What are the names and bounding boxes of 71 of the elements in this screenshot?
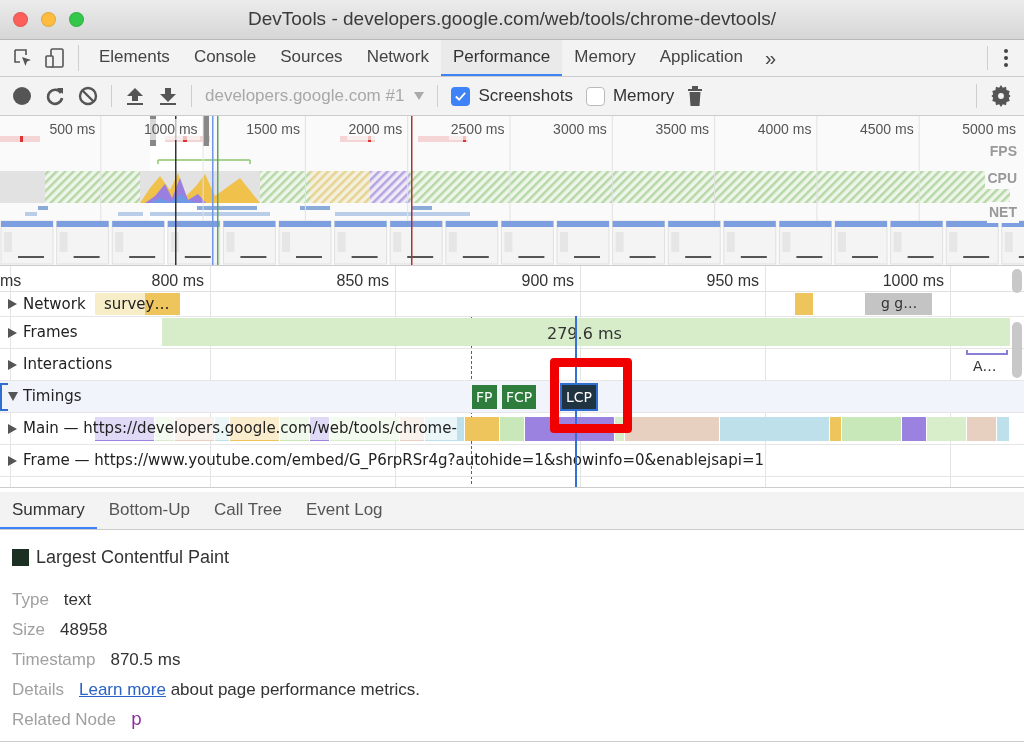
collapsed-arrow-icon[interactable] [8, 455, 18, 466]
node-link[interactable]: p [130, 706, 142, 733]
clear-icon[interactable] [78, 86, 98, 106]
panel-tab[interactable]: Elements [87, 40, 182, 76]
selection-bracket [0, 383, 8, 411]
field-label: Type [12, 588, 49, 611]
panel-tab[interactable]: Network [354, 40, 441, 76]
settings-icon[interactable] [990, 85, 1012, 107]
device-toolbar-icon[interactable] [44, 47, 66, 69]
tick-label: 1000 ms [882, 271, 944, 291]
field-label: Timestamp [12, 648, 96, 671]
checkmark-icon [454, 89, 468, 103]
tick-label: 850 ms [336, 271, 389, 291]
expanded-arrow-icon[interactable] [8, 391, 18, 402]
checkbox-label: Memory [612, 85, 675, 108]
track-label: Main — https://developers.google.com/web/tools/chrome- [23, 417, 457, 440]
download-icon[interactable] [158, 86, 178, 106]
trash-icon[interactable] [687, 86, 704, 106]
tick-label: 900 ms [521, 271, 574, 291]
collapsed-arrow-icon[interactable] [8, 327, 18, 338]
upload-icon[interactable] [125, 86, 145, 106]
field-label: Details [12, 678, 64, 701]
lane-label: NET [987, 202, 1019, 223]
track-label: Timings [23, 386, 82, 408]
tick-label: 950 ms [706, 271, 759, 291]
collapsed-arrow-icon[interactable] [8, 423, 18, 434]
scrollbar-thumb[interactable] [1012, 322, 1022, 378]
tick-label: ms [0, 271, 22, 291]
network-request-bar: g g… [865, 293, 932, 315]
learn-more-link[interactable]: Learn more [78, 679, 166, 699]
dropdown-caret-icon [414, 92, 425, 100]
field-label: Size [12, 618, 46, 641]
field-value: 48958 [60, 618, 108, 641]
event-label: A… [973, 357, 997, 376]
window-title: DevTools - developers.google.com/web/tools/chrome-devtools/ [247, 7, 776, 32]
lane-label: CPU [985, 168, 1019, 189]
more-options-icon[interactable] [1003, 48, 1009, 68]
interaction-bracket [966, 350, 1008, 355]
close-button[interactable] [13, 12, 28, 27]
track-label: Frames [23, 322, 78, 344]
collapsed-arrow-icon[interactable] [8, 359, 18, 370]
record-icon[interactable] [12, 86, 32, 106]
scrollbar-thumb[interactable] [1012, 269, 1022, 293]
network-request-bar [795, 293, 813, 315]
panel-tab[interactable]: Performance [441, 40, 563, 76]
field-value: text [63, 588, 92, 611]
checkbox[interactable] [585, 86, 605, 106]
checkbox[interactable] [451, 86, 471, 106]
timing-marker[interactable]: FP [472, 385, 497, 409]
collapsed-arrow-icon[interactable] [8, 299, 18, 309]
summary-title: Largest Contentful Paint [36, 546, 230, 569]
timing-marker[interactable]: FCP [502, 385, 537, 409]
panel-tab[interactable]: Application [647, 40, 755, 76]
checkbox-label: Screenshots [478, 85, 573, 108]
field-label: Related Node [12, 708, 116, 731]
panel-tab[interactable]: Console [181, 40, 269, 76]
more-tabs-button[interactable]: » [754, 40, 786, 76]
tick-label: 800 ms [151, 271, 204, 291]
field-value: 870.5 ms [110, 648, 181, 671]
details-text: Learn more about page performance metrics. [78, 678, 421, 701]
network-request-bar: survey… [95, 293, 180, 315]
details-tab[interactable]: Bottom-Up [96, 492, 202, 529]
panel-tab[interactable]: Sources [268, 40, 355, 76]
reload-icon[interactable] [45, 86, 65, 106]
track-label: Interactions [23, 354, 113, 376]
panel-tab[interactable]: Memory [562, 40, 648, 76]
details-tab[interactable]: Event Log [294, 492, 395, 529]
details-tab[interactable]: Summary [0, 492, 97, 529]
details-tab[interactable]: Call Tree [202, 492, 294, 529]
track-label: Network [23, 293, 86, 315]
timing-marker[interactable]: LCP [562, 385, 597, 409]
